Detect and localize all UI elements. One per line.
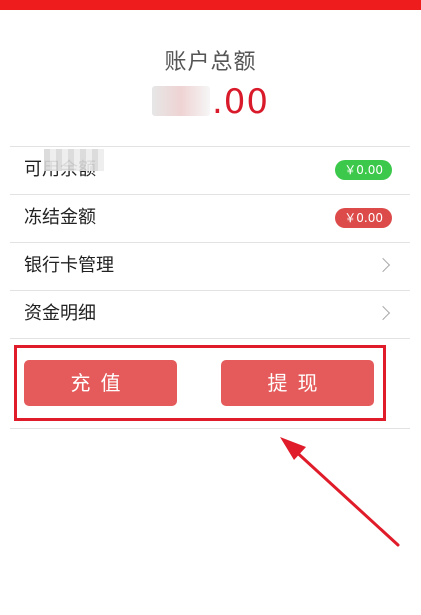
- chevron-right-icon: [375, 257, 391, 273]
- mosaic-mask: [44, 149, 104, 171]
- amount-suffix: .00: [211, 82, 270, 122]
- row-frozen-amount[interactable]: 冻结金额 ￥0.00: [10, 194, 410, 242]
- frozen-amount-label: 冻结金额: [24, 207, 96, 228]
- frozen-amount-badge: ￥0.00: [335, 208, 392, 228]
- divider: [10, 428, 410, 429]
- row-bank-card-management[interactable]: 银行卡管理: [10, 242, 410, 290]
- top-status-bar: [0, 0, 421, 10]
- account-total-amount: .00: [0, 82, 421, 122]
- blurred-amount-mask: [151, 86, 210, 116]
- row-available-balance[interactable]: 可用余额 ￥0.00: [10, 146, 410, 194]
- bank-card-management-label: 银行卡管理: [24, 255, 114, 276]
- annotation-highlight-box: [14, 345, 386, 421]
- fund-detail-label: 资金明细: [24, 303, 96, 324]
- row-fund-detail[interactable]: 资金明细: [10, 290, 410, 338]
- account-total-title: 账户总额: [164, 50, 257, 75]
- available-balance-badge: ￥0.00: [335, 160, 392, 180]
- chevron-right-icon: [375, 305, 391, 321]
- divider: [10, 338, 410, 339]
